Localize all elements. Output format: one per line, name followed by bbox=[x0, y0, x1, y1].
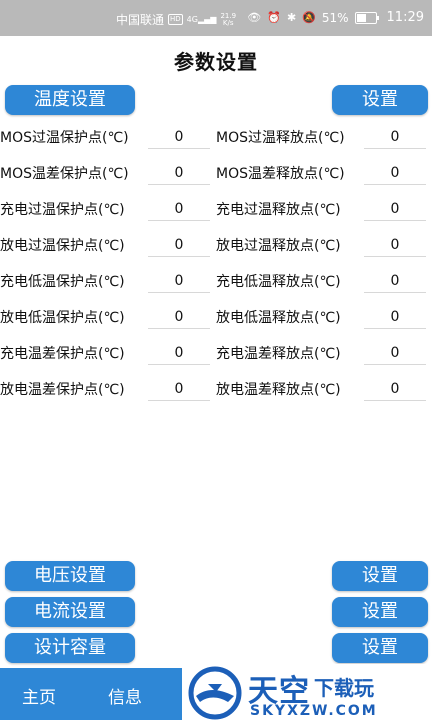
discharge-lowtemp-release-label: 放电低温释放点(℃) bbox=[216, 310, 341, 326]
carrier-name: 中国联通 bbox=[116, 13, 165, 27]
current-set-button[interactable]: 设置 bbox=[332, 597, 428, 627]
mos-tempdiff-release-label: MOS温差释放点(℃) bbox=[216, 166, 345, 182]
watermark-url: SKYXZW.COM bbox=[250, 703, 378, 719]
eye-icon: 👁 bbox=[247, 10, 262, 24]
charge-tempdiff-release-label: 充电温差释放点(℃) bbox=[216, 346, 341, 362]
battery-icon bbox=[354, 11, 379, 24]
discharge-lowtemp-protect-input[interactable]: 0 bbox=[148, 306, 210, 329]
watermark: 天空 下载玩 SKYXZW.COM bbox=[182, 664, 432, 720]
design-capacity-button[interactable]: 设计容量 bbox=[5, 633, 135, 663]
alarm-icon: ⏰ bbox=[267, 10, 281, 24]
watermark-sub: 下载玩 bbox=[314, 676, 374, 700]
temperature-set-button[interactable]: 设置 bbox=[332, 85, 428, 115]
charge-tempdiff-protect-label: 充电温差保护点(℃) bbox=[0, 346, 125, 362]
discharge-tempdiff-release-input[interactable]: 0 bbox=[364, 378, 426, 401]
hd-icon: HD bbox=[168, 14, 183, 25]
status-bar: 中国联通 HD 4G▂▄▆ 21.9 K/s 👁 ⏰ ✱ 🔕 51% 11:29 bbox=[0, 0, 432, 36]
clock: 11:29 bbox=[386, 10, 424, 25]
charge-lowtemp-release-label: 充电低温释放点(℃) bbox=[216, 274, 341, 290]
mute-icon: 🔕 bbox=[302, 10, 316, 24]
net-speed-unit: K/s bbox=[222, 18, 234, 27]
nav-info[interactable]: 信息 bbox=[108, 683, 142, 708]
discharge-overtemp-protect-input[interactable]: 0 bbox=[148, 234, 210, 257]
discharge-tempdiff-protect-label: 放电温差保护点(℃) bbox=[0, 382, 125, 398]
current-settings-button[interactable]: 电流设置 bbox=[5, 597, 135, 627]
charge-overtemp-release-label: 充电过温释放点(℃) bbox=[216, 202, 341, 218]
charge-overtemp-release-input[interactable]: 0 bbox=[364, 198, 426, 221]
mos-tempdiff-protect-input[interactable]: 0 bbox=[148, 162, 210, 185]
charge-overtemp-protect-label: 充电过温保护点(℃) bbox=[0, 202, 125, 218]
mos-tempdiff-protect-label: MOS温差保护点(℃) bbox=[0, 166, 129, 182]
voltage-set-button[interactable]: 设置 bbox=[332, 561, 428, 591]
temperature-settings-button[interactable]: 温度设置 bbox=[5, 85, 135, 115]
mos-overtemp-release-label: MOS过温释放点(℃) bbox=[216, 130, 345, 146]
discharge-overtemp-release-label: 放电过温释放点(℃) bbox=[216, 238, 341, 254]
discharge-lowtemp-protect-label: 放电低温保护点(℃) bbox=[0, 310, 125, 326]
status-left: 中国联通 HD 4G▂▄▆ 21.9 K/s bbox=[116, 11, 236, 28]
watermark-logo-icon bbox=[188, 666, 242, 720]
bluetooth-icon: ✱ bbox=[286, 10, 297, 24]
status-right: 👁 ⏰ ✱ 🔕 51% 11:29 bbox=[247, 10, 424, 25]
battery-percent: 51% bbox=[321, 10, 349, 25]
discharge-overtemp-protect-label: 放电过温保护点(℃) bbox=[0, 238, 125, 254]
signal-type: 4G bbox=[186, 14, 198, 24]
charge-tempdiff-release-input[interactable]: 0 bbox=[364, 342, 426, 365]
discharge-tempdiff-protect-input[interactable]: 0 bbox=[148, 378, 210, 401]
net-speed: 21.9 K/s bbox=[220, 12, 236, 27]
discharge-overtemp-release-input[interactable]: 0 bbox=[364, 234, 426, 257]
design-capacity-set-button[interactable]: 设置 bbox=[332, 633, 428, 663]
signal-icon: 4G▂▄▆ bbox=[186, 14, 217, 24]
charge-lowtemp-release-input[interactable]: 0 bbox=[364, 270, 426, 293]
charge-tempdiff-protect-input[interactable]: 0 bbox=[148, 342, 210, 365]
mos-overtemp-protect-input[interactable]: 0 bbox=[148, 126, 210, 149]
voltage-settings-button[interactable]: 电压设置 bbox=[5, 561, 135, 591]
mos-overtemp-release-input[interactable]: 0 bbox=[364, 126, 426, 149]
mos-overtemp-protect-label: MOS过温保护点(℃) bbox=[0, 130, 129, 146]
page-title: 参数设置 bbox=[174, 50, 258, 74]
discharge-lowtemp-release-input[interactable]: 0 bbox=[364, 306, 426, 329]
charge-overtemp-protect-input[interactable]: 0 bbox=[148, 198, 210, 221]
charge-lowtemp-protect-input[interactable]: 0 bbox=[148, 270, 210, 293]
charge-lowtemp-protect-label: 充电低温保护点(℃) bbox=[0, 274, 125, 290]
nav-home[interactable]: 主页 bbox=[22, 683, 56, 708]
mos-tempdiff-release-input[interactable]: 0 bbox=[364, 162, 426, 185]
bottom-navigation: 主页 信息 bbox=[0, 668, 182, 720]
discharge-tempdiff-release-label: 放电温差释放点(℃) bbox=[216, 382, 341, 398]
